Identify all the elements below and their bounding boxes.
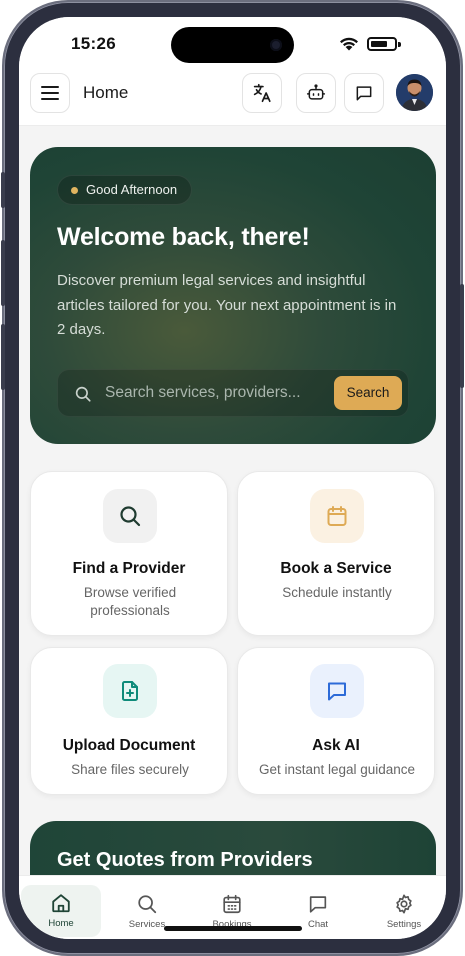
card-subtitle: Schedule instantly [282, 585, 392, 600]
search-icon [120, 506, 141, 527]
status-dot-icon [71, 187, 78, 194]
greeting-text: Good Afternoon [86, 182, 178, 197]
card-title: Find a Provider [72, 560, 186, 577]
nav-home[interactable]: Home [21, 885, 101, 937]
robot-icon [306, 84, 326, 100]
greeting-badge: Good Afternoon [57, 175, 193, 205]
book-service-card[interactable]: Book a Service Schedule instantly [237, 471, 435, 636]
chat-icon [309, 896, 327, 913]
wifi-icon [340, 37, 358, 51]
card-subtitle: Get instant legal guidance [258, 762, 416, 777]
volume-up-button [1, 240, 5, 306]
status-bar: 15:26 [19, 17, 446, 71]
upload-document-icon-tile [103, 664, 157, 718]
find-provider-card[interactable]: Find a Provider Browse verified professi… [30, 471, 228, 636]
volume-down-button [1, 324, 5, 390]
avatar-image [396, 74, 433, 111]
gear-icon [396, 894, 412, 914]
upload-document-card[interactable]: Upload Document Share files securely [30, 647, 228, 795]
page-title: Home [83, 83, 129, 102]
messages-button[interactable] [344, 73, 384, 113]
battery-icon [367, 37, 401, 51]
action-button [1, 172, 5, 208]
search-input[interactable] [105, 370, 325, 416]
card-title: Upload Document [62, 737, 196, 754]
welcome-description: Discover premium legal services and insi… [57, 272, 397, 338]
app-header: Home [19, 71, 446, 126]
nav-label: Settings [386, 919, 422, 930]
ask-ai-icon-tile [310, 664, 364, 718]
nav-label: Home [48, 918, 74, 929]
quotes-title: Get Quotes from Providers [57, 849, 313, 871]
user-avatar[interactable] [396, 74, 433, 111]
search-icon [75, 386, 91, 402]
translate-button[interactable] [242, 73, 282, 113]
search-button[interactable]: Search [334, 376, 402, 410]
welcome-title: Welcome back, there! [57, 223, 310, 251]
ai-assistant-button[interactable] [296, 73, 336, 113]
menu-button[interactable] [30, 73, 70, 113]
welcome-hero: Good Afternoon Welcome back, there! Disc… [30, 147, 436, 444]
search-bar: Search [57, 369, 409, 417]
card-subtitle: Browse verified professionals [83, 585, 177, 618]
app-screen: 15:26 Home Good Afternoon Welcome back, … [19, 17, 446, 939]
chat-bubble-icon [356, 86, 372, 101]
ask-ai-card[interactable]: Ask AI Get instant legal guidance [237, 647, 435, 795]
nav-settings[interactable]: Settings [364, 886, 444, 936]
calendar-icon [223, 894, 241, 914]
card-title: Book a Service [280, 560, 392, 577]
book-service-icon-tile [310, 489, 364, 543]
camera-icon [270, 39, 282, 51]
translate-icon [253, 83, 271, 103]
home-indicator [164, 926, 302, 931]
search-icon [138, 895, 157, 914]
card-title: Ask AI [312, 737, 360, 754]
dynamic-island [171, 27, 294, 63]
card-subtitle: Share files securely [71, 762, 189, 777]
calendar-icon [327, 506, 347, 526]
menu-icon [41, 86, 59, 100]
message-icon [328, 682, 346, 701]
find-provider-icon-tile [103, 489, 157, 543]
home-icon [52, 894, 70, 913]
file-plus-icon [122, 681, 138, 701]
power-button [460, 284, 464, 388]
status-time: 15:26 [71, 34, 116, 53]
